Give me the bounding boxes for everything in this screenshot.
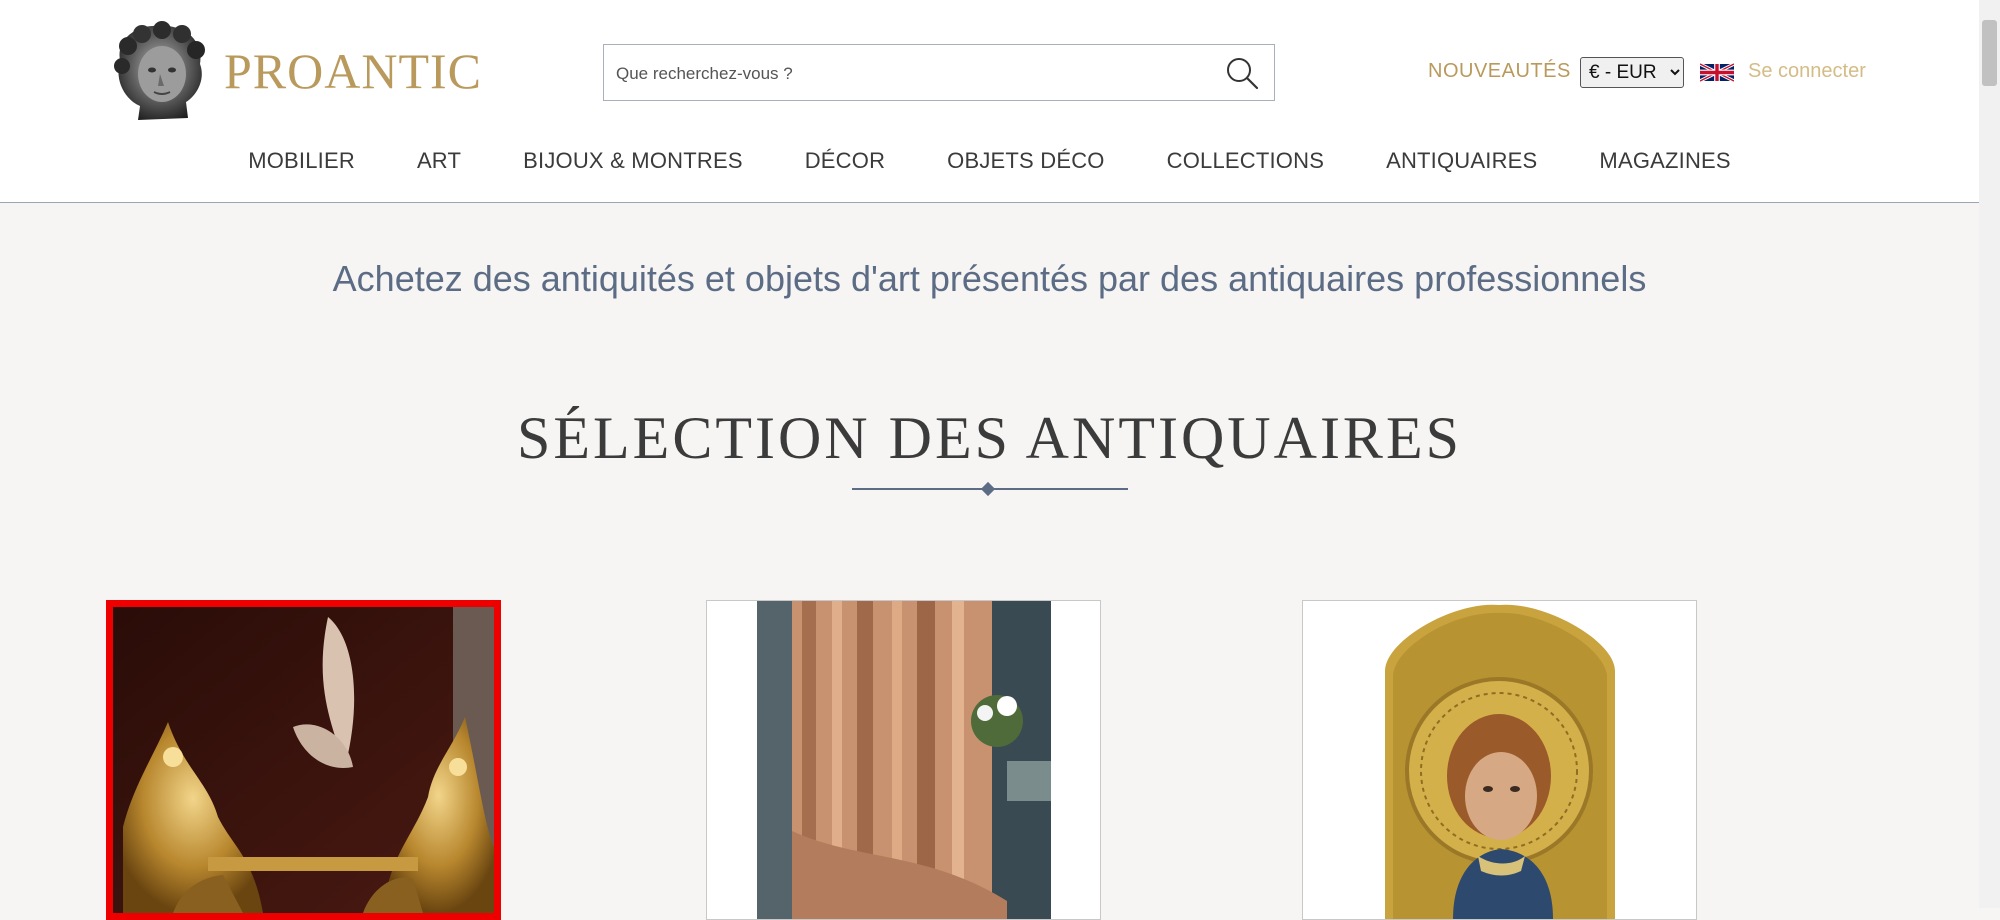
- nav-item-art[interactable]: ART: [417, 148, 461, 174]
- product-card-chenets[interactable]: [106, 600, 501, 920]
- nav-item-objets-deco[interactable]: OBJETS DÉCO: [947, 148, 1104, 174]
- nav-item-collections[interactable]: COLLECTIONS: [1167, 148, 1324, 174]
- search-bar: [603, 44, 1275, 102]
- search-icon[interactable]: [1224, 55, 1260, 91]
- product-card-painting[interactable]: [1302, 600, 1697, 920]
- currency-select[interactable]: € - EUR: [1580, 57, 1684, 88]
- product-image-painting: [1303, 601, 1696, 919]
- uk-flag-icon[interactable]: [1700, 60, 1734, 85]
- search-input[interactable]: [614, 45, 1218, 102]
- main-nav: MOBILIER ART BIJOUX & MONTRES DÉCOR OBJE…: [0, 148, 1979, 174]
- login-link[interactable]: Se connecter: [1748, 60, 1866, 83]
- classical-bust-logo-icon[interactable]: [108, 20, 210, 123]
- site-logo-text[interactable]: PROANTIC: [224, 42, 482, 100]
- section-title: SÉLECTION DES ANTIQUAIRES: [517, 405, 1462, 471]
- nav-item-magazines[interactable]: MAGAZINES: [1599, 148, 1730, 174]
- title-divider-diamond: [980, 481, 996, 497]
- vertical-scrollbar[interactable]: [1979, 0, 2000, 908]
- nav-item-mobilier[interactable]: MOBILIER: [248, 148, 355, 174]
- scrollbar-thumb[interactable]: [1982, 20, 1997, 86]
- site-header: PROANTIC NOUVEAUTÉS € - EUR Se connecter…: [0, 0, 1979, 203]
- product-card-curtains[interactable]: [706, 600, 1101, 920]
- nav-item-antiquaires[interactable]: ANTIQUAIRES: [1386, 148, 1537, 174]
- new-arrivals-link[interactable]: NOUVEAUTÉS: [1428, 60, 1571, 83]
- product-image-chenets: [113, 607, 494, 913]
- nav-item-decor[interactable]: DÉCOR: [805, 148, 885, 174]
- page-tagline: Achetez des antiquités et objets d'art p…: [332, 258, 1647, 299]
- nav-item-bijoux-montres[interactable]: BIJOUX & MONTRES: [523, 148, 743, 174]
- product-image-curtains: [707, 601, 1100, 919]
